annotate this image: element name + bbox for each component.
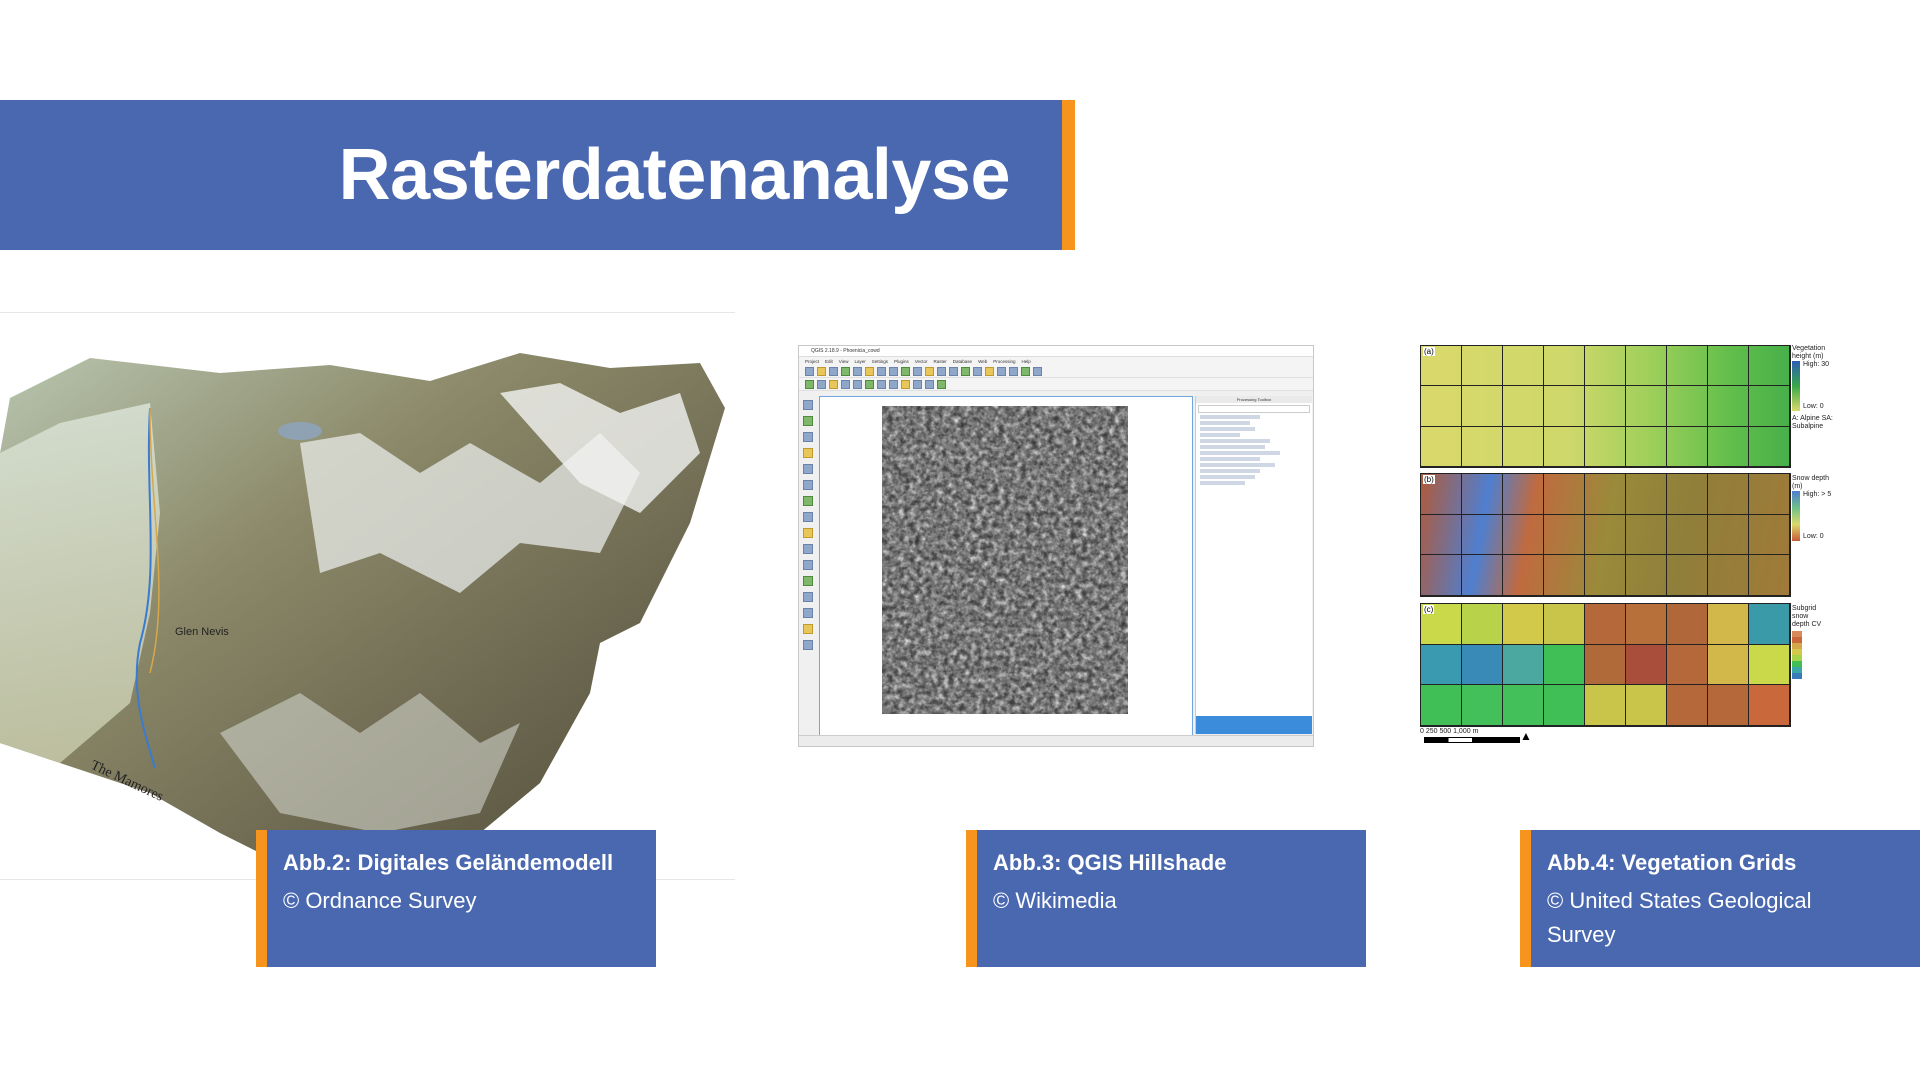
terrain-model-image: Glen Nevis The Mamores (0, 312, 735, 880)
caption-figure-3: Abb.3: QGIS Hillshade © Wikimedia (966, 830, 1366, 967)
grid-panel-c: (c) (1420, 603, 1791, 727)
caption-figure-4: Abb.4: Vegetation Grids © United States … (1520, 830, 1920, 967)
qgis-map-canvas (819, 396, 1193, 736)
legend-c: Subgrid snow depth CV (1792, 605, 1826, 679)
panel-b-tag: (b) (1423, 475, 1435, 484)
qgis-menubar: Project Edit View Layer Settings Plugins Vecto… (799, 357, 1313, 365)
caption-accent (256, 830, 267, 967)
caption-title: Abb.3: QGIS Hillshade (993, 850, 1227, 875)
qgis-window-title: QGIS 2.18.9 - Phoenicia_cowd (811, 348, 880, 354)
legend-b: Snow depth (m) High: > 5 Low: 0 (1792, 475, 1832, 541)
terrain-illustration: Glen Nevis The Mamores (0, 353, 725, 879)
legend-a: Vegetation height (m) High: 30 Low: 0 A: … (1792, 345, 1833, 430)
qgis-screenshot: QGIS 2.18.9 - Phoenicia_cowd Project Edit… (798, 345, 1314, 747)
toolbox-info-banner (1196, 716, 1312, 734)
title-banner: Rasterdatenanalyse (0, 100, 1062, 250)
qgis-statusbar (799, 735, 1313, 746)
scale-bar (1424, 737, 1520, 743)
grid-panel-b: (b) (1420, 473, 1791, 597)
caption-credit: © Wikimedia (993, 888, 1117, 913)
qgis-side-toolbar (801, 400, 815, 700)
map-label-glen: Glen Nevis (175, 626, 229, 638)
caption-accent (966, 830, 977, 967)
panel-a-tag: (a) (1423, 347, 1435, 356)
caption-figure-2: Abb.2: Digitales Geländemodell © Ordnanc… (256, 830, 656, 967)
caption-credit: © Ordnance Survey (283, 888, 477, 913)
toolbox-search-input[interactable] (1198, 405, 1310, 413)
hillshade-raster (882, 406, 1128, 714)
caption-title: Abb.2: Digitales Geländemodell (283, 850, 614, 875)
qgis-titlebar: QGIS 2.18.9 - Phoenicia_cowd (799, 346, 1313, 357)
caption-accent (1520, 830, 1531, 967)
caption-title: Abb.4: Vegetation Grids (1547, 850, 1797, 875)
north-arrow-icon: ▲ (1520, 729, 1532, 743)
vegetation-grids-figure: (a) Vegetation height (m) High: 30 Low: 0… (1418, 343, 1838, 748)
qgis-toolbar (799, 365, 1313, 378)
title-accent-bar (1062, 100, 1075, 250)
scale-bar-label: 0 250 500 1,000 m (1420, 728, 1479, 735)
qgis-toolbar-2 (799, 378, 1313, 391)
page-title: Rasterdatenanalyse (338, 135, 1011, 215)
panel-c-tag: (c) (1423, 605, 1435, 614)
grid-panel-a: (a) (1420, 345, 1791, 468)
processing-toolbox: Processing Toolbox (1195, 396, 1312, 734)
caption-credit: © United States Geological Survey (1547, 888, 1812, 947)
